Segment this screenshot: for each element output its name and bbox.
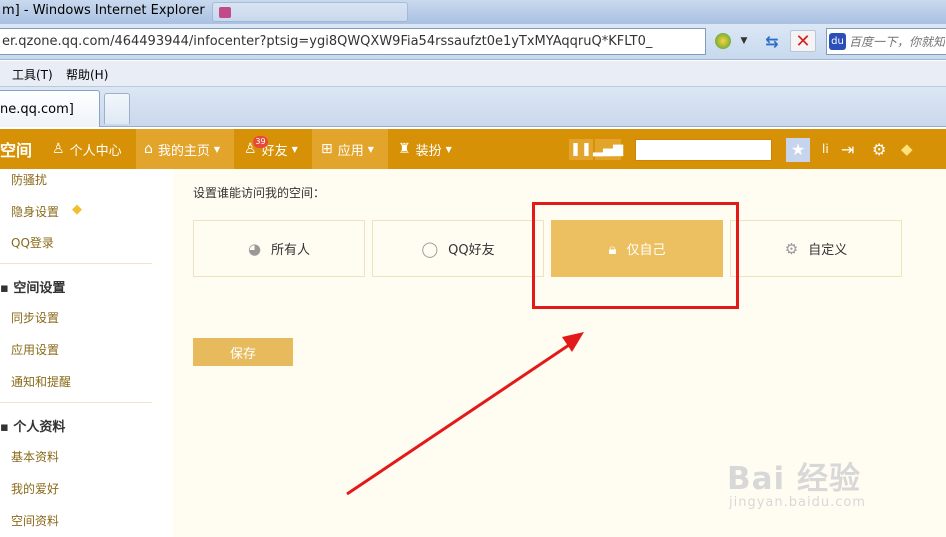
nav-apps-label: 应用 (337, 143, 364, 159)
nav-my-home-label: 我的主页 (157, 143, 210, 159)
menu-help[interactable]: 帮助(H) (66, 66, 108, 83)
window-title-bar: m] - Windows Internet Explorer (0, 0, 946, 24)
option-qq-friends[interactable]: ◯ QQ好友 (372, 220, 544, 277)
search-input[interactable] (849, 33, 945, 51)
diamond-icon[interactable]: ◆ (901, 129, 913, 169)
gear-icon[interactable]: ⚙ (872, 129, 886, 169)
option-everyone[interactable]: ◕ 所有人 (193, 220, 365, 277)
save-button[interactable]: 保存 (193, 338, 293, 366)
music-pause-icon[interactable]: ❚❚ (569, 139, 593, 160)
signal-bars-icon[interactable]: ▂▄▆ (593, 139, 623, 160)
page-favicon-icon (219, 7, 231, 18)
avatar[interactable]: ★ (786, 138, 810, 162)
nav-apps[interactable]: ⊞ 应用 ▼ (312, 129, 388, 169)
sidebar-item-app-settings[interactable]: 应用设置 (11, 341, 59, 358)
sidebar-item-basic-info[interactable]: 基本资料 (11, 448, 59, 465)
sidebar-item-qq-login[interactable]: QQ登录 (11, 234, 54, 251)
option-custom-label: 自定义 (808, 243, 848, 258)
watermark-brand: Bai 经验 (727, 461, 861, 497)
chevron-down-icon: ▼ (367, 144, 374, 154)
stop-icon[interactable]: ✕ (790, 30, 816, 52)
chevron-down-icon: ▼ (291, 144, 298, 154)
chevron-down-icon: ▼ (445, 144, 452, 154)
nav-personal-center-label: 个人中心 (69, 143, 122, 159)
sidebar-item-notifications[interactable]: 通知和提醒 (11, 373, 71, 390)
option-qq-friends-label: QQ好友 (448, 243, 495, 258)
sidebar-item-invisible[interactable]: 隐身设置 (11, 203, 59, 220)
search-box[interactable]: du (826, 28, 946, 55)
new-tab-button[interactable] (104, 93, 130, 124)
address-dropdown-icon[interactable]: ▼ (736, 30, 752, 52)
sidebar-divider (0, 402, 152, 403)
grid-icon: ⊞ (321, 141, 333, 157)
sidebar-item-anti-harassment[interactable]: 防骚扰 (11, 171, 47, 188)
chevron-down-icon: ▼ (213, 144, 221, 154)
watermark-site: jingyan.baidu.com (729, 495, 866, 510)
user-icon: ♙ (52, 141, 65, 157)
window-title: m] - Windows Internet Explorer (2, 3, 205, 18)
compatibility-view-icon[interactable] (712, 30, 734, 52)
shirt-icon: ♜ (398, 141, 411, 157)
tab-label: ne.qq.com] (0, 102, 74, 117)
baidu-jingyan-watermark: Bai 经验 jingyan.baidu.com (727, 453, 865, 510)
sidebar-item-hobbies[interactable]: 我的爱好 (11, 480, 59, 497)
sidebar-section-marker-icon: ▪ (0, 281, 14, 296)
nav-search-input[interactable] (635, 139, 772, 161)
tab-active[interactable]: ne.qq.com] (0, 90, 100, 127)
nav-friends[interactable]: ♙ 好友 ▼ (236, 129, 310, 169)
settings-sidebar: 防骚扰 隐身设置 ◆ QQ登录 ▪ 空间设置 同步设置 应用设置 通知和提醒 ▪… (0, 169, 152, 537)
sidebar-section-marker-icon: ▪ (0, 420, 14, 435)
menu-tools[interactable]: 工具(T) (12, 66, 53, 83)
logout-icon[interactable]: ⇥ (841, 129, 854, 169)
friends-count-badge: 39 (253, 136, 268, 148)
background-window-tab[interactable] (212, 2, 408, 22)
globe-icon: ◕ (247, 239, 262, 258)
diamond-icon: ◆ (72, 202, 82, 217)
nav-dress-up[interactable]: ♜ 装扮 ▼ (390, 129, 466, 169)
baidu-paw-icon: du (829, 33, 846, 50)
who-can-access-label: 设置谁能访问我的空间： (193, 186, 326, 200)
nav-dress-up-label: 装扮 (415, 143, 442, 159)
address-url: er.qzone.qq.com/464493944/infocenter?pts… (2, 34, 653, 49)
home-icon: ⌂ (144, 141, 153, 157)
sidebar-item-sync[interactable]: 同步设置 (11, 309, 59, 326)
sidebar-item-space-info[interactable]: 空间资料 (11, 512, 59, 529)
address-bar[interactable]: er.qzone.qq.com/464493944/infocenter?pts… (0, 28, 706, 55)
tab-bar: ne.qq.com] (0, 87, 946, 127)
menu-bar: 工具(T) 帮助(H) (0, 61, 946, 87)
qq-friends-icon: ◯ (421, 239, 439, 258)
nav-username[interactable]: li (822, 129, 829, 169)
sidebar-section-space-settings-label: 空间设置 (13, 281, 66, 296)
sidebar-divider (0, 263, 152, 264)
address-toolbar: er.qzone.qq.com/464493944/infocenter?pts… (0, 24, 946, 60)
qzone-logo[interactable]: 空间 (0, 129, 32, 169)
annotation-highlight-box (532, 202, 739, 309)
option-custom[interactable]: ⚙ 自定义 (730, 220, 902, 277)
sidebar-section-profile: ▪ 个人资料 (0, 416, 65, 435)
gear-icon: ⚙ (784, 239, 799, 258)
sidebar-section-profile-label: 个人资料 (13, 420, 66, 435)
refresh-icon[interactable]: ⇆ (758, 30, 786, 52)
nav-my-home[interactable]: ⌂ 我的主页 ▼ (136, 129, 234, 169)
option-everyone-label: 所有人 (271, 243, 311, 258)
nav-personal-center[interactable]: ♙ 个人中心 (52, 129, 122, 169)
sidebar-section-space-settings: ▪ 空间设置 (0, 277, 65, 296)
